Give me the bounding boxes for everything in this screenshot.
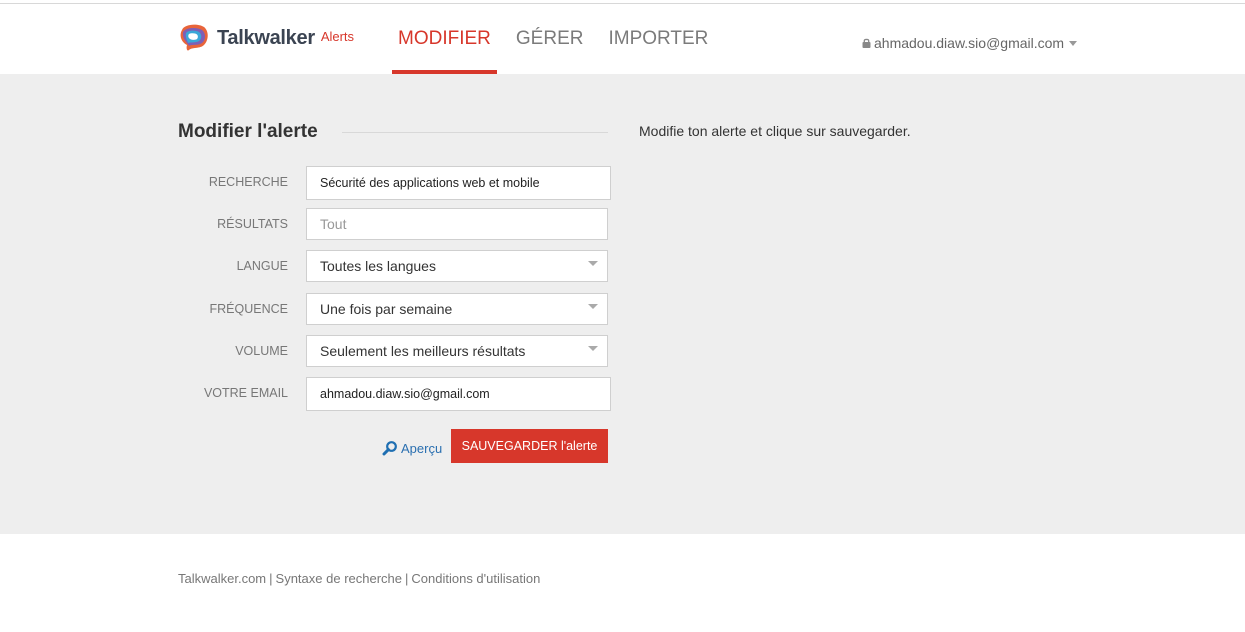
edit-alert-panel: Modifier l'alerte Modifie ton alerte et … — [0, 74, 1245, 534]
language-label: LANGUE — [236, 259, 288, 273]
results-input[interactable]: Tout — [306, 208, 608, 240]
email-field-value: ahmadou.diaw.sio@gmail.com — [320, 387, 490, 401]
chevron-down-icon — [588, 304, 598, 309]
footer-link-terms[interactable]: Conditions d'utilisation — [411, 571, 540, 586]
volume-select-value: Seulement les meilleurs résultats — [320, 343, 526, 359]
brand-product: Alerts — [320, 28, 355, 44]
frequency-select-value: Une fois par semaine — [320, 301, 453, 317]
main-nav: MODIFIER GÉRER IMPORTER — [392, 4, 727, 74]
title-divider — [342, 132, 608, 133]
search-icon — [382, 441, 397, 456]
volume-label: VOLUME — [235, 344, 288, 358]
brand-logo[interactable]: Talkwalker Alerts — [178, 22, 354, 54]
footer: Talkwalker.com | Syntaxe de recherche | Cond… — [178, 571, 540, 586]
tab-gerer[interactable]: GÉRER — [510, 4, 590, 74]
email-label: VOTRE EMAIL — [203, 386, 288, 400]
results-placeholder: Tout — [320, 216, 347, 232]
volume-select[interactable]: Seulement les meilleurs résultats — [306, 335, 608, 367]
talkwalker-logo-icon — [180, 24, 208, 51]
tab-importer[interactable]: IMPORTER — [602, 4, 714, 74]
preview-label: Aperçu — [401, 440, 443, 456]
chevron-down-icon — [588, 346, 598, 351]
footer-separator: | — [269, 571, 273, 586]
footer-link-talkwalker[interactable]: Talkwalker.com — [178, 571, 266, 586]
help-text: Modifie ton alerte et clique sur sauvega… — [639, 123, 911, 139]
tab-modifier[interactable]: MODIFIER — [392, 4, 497, 74]
frequency-label: FRÉQUENCE — [209, 302, 288, 316]
save-alert-button[interactable]: SAUVEGARDER l'alerte — [451, 429, 608, 463]
account-menu[interactable]: ahmadou.diaw.sio@gmail.com — [862, 35, 1078, 51]
lock-icon — [862, 38, 871, 48]
chevron-down-icon — [588, 261, 598, 266]
email-field[interactable]: ahmadou.diaw.sio@gmail.com — [306, 377, 611, 411]
frequency-select[interactable]: Une fois par semaine — [306, 293, 608, 325]
brand-name: Talkwalker — [217, 26, 315, 49]
header: Talkwalker Alerts MODIFIER GÉRER IMPORTE… — [0, 4, 1245, 74]
language-select-value: Toutes les langues — [320, 258, 436, 274]
results-label: RÉSULTATS — [217, 217, 288, 231]
search-input-value: Sécurité des applications web et mobile — [320, 176, 540, 190]
account-email: ahmadou.diaw.sio@gmail.com — [874, 35, 1065, 51]
search-label: RECHERCHE — [208, 175, 288, 189]
chevron-down-icon — [1069, 40, 1078, 46]
search-input[interactable]: Sécurité des applications web et mobile — [306, 166, 611, 200]
footer-link-syntax[interactable]: Syntaxe de recherche — [276, 571, 402, 586]
language-select[interactable]: Toutes les langues — [306, 250, 608, 282]
footer-separator: | — [405, 571, 409, 586]
preview-link[interactable]: Aperçu — [382, 440, 442, 456]
page-title: Modifier l'alerte — [178, 121, 318, 142]
